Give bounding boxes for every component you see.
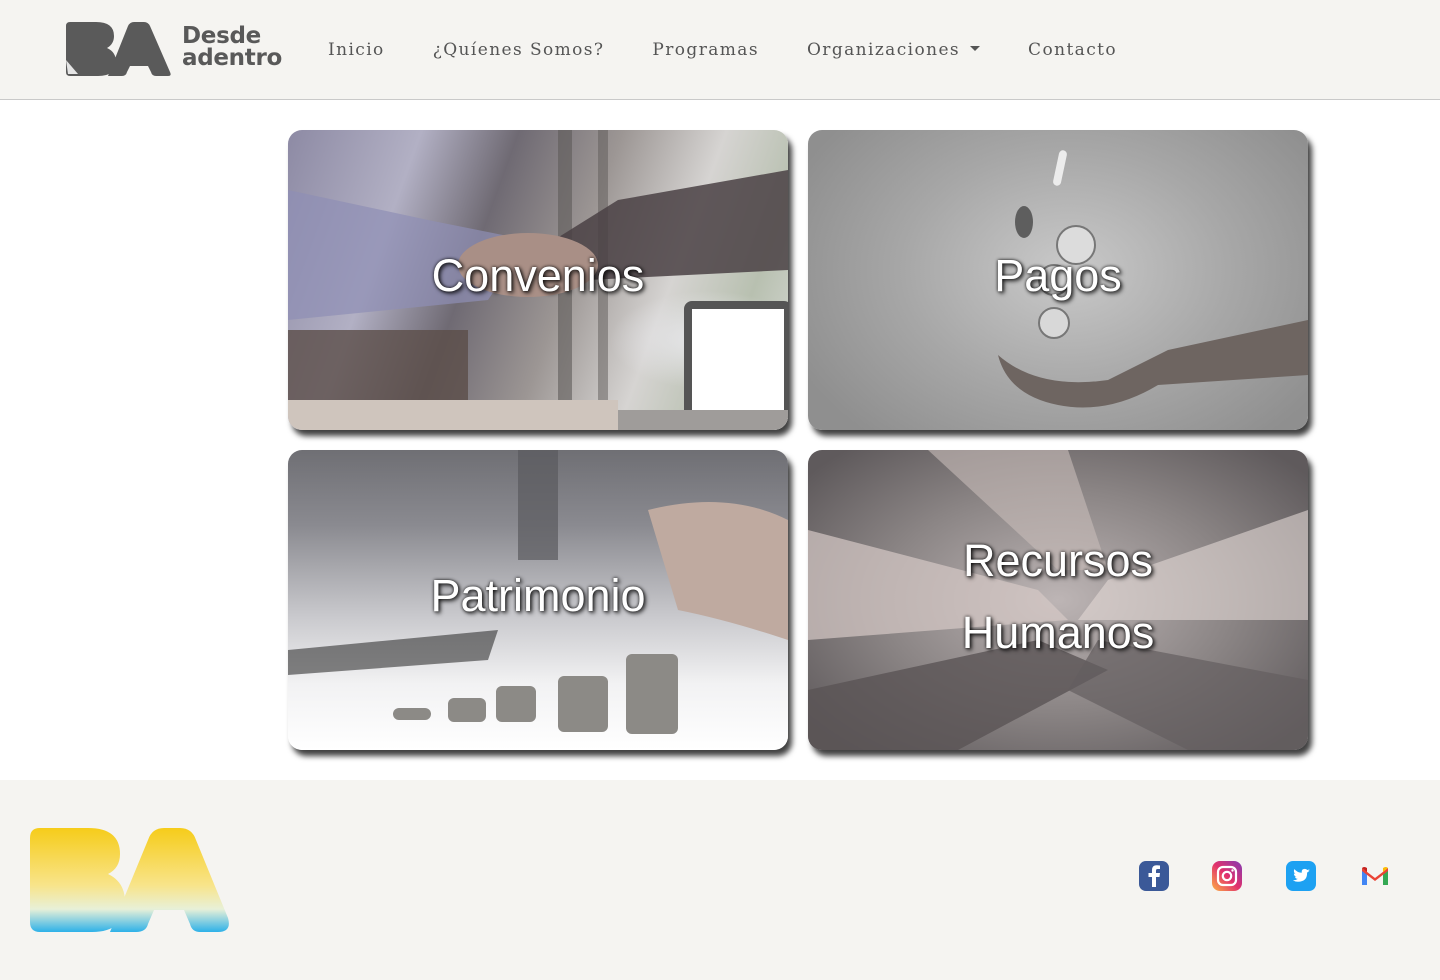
brand-line1: Desde [182, 23, 261, 49]
site-header: Desde adentro Inicio ¿Quíenes Somos? Pro… [0, 0, 1440, 100]
card-title-line1: Recursos [962, 535, 1154, 586]
instagram-glyph [1212, 861, 1242, 891]
facebook-icon[interactable] [1138, 860, 1170, 892]
nav-inicio[interactable]: Inicio [304, 40, 409, 60]
card-title-line2: Humanos [961, 607, 1155, 658]
ba-footer-logo-icon [30, 828, 229, 932]
twitter-icon[interactable] [1285, 860, 1317, 892]
gmail-icon[interactable] [1359, 860, 1391, 892]
twitter-glyph [1286, 861, 1316, 891]
card-convenios[interactable]: Convenios [288, 130, 788, 430]
main-nav: Inicio ¿Quíenes Somos? Programas Organiz… [304, 0, 1141, 100]
facebook-glyph [1139, 861, 1169, 891]
nav-organizaciones[interactable]: Organizaciones [783, 40, 1004, 60]
brand-line2: adentro [182, 45, 282, 71]
card-pagos[interactable]: Pagos [808, 130, 1308, 430]
gmail-glyph [1362, 867, 1388, 885]
card-title-convenios: Convenios [431, 250, 645, 301]
nav-programas[interactable]: Programas [628, 40, 783, 60]
card-recursos-humanos[interactable]: Recursos Humanos [808, 450, 1308, 750]
card-title-patrimonio: Patrimonio [430, 570, 646, 621]
nav-contacto[interactable]: Contacto [1004, 40, 1141, 60]
card-title-recursos-humanos: Recursos Humanos [808, 525, 1308, 669]
caret-down-icon [970, 46, 981, 51]
brand-logo[interactable]: Desde adentro [64, 20, 286, 80]
brand-text: Desde adentro [182, 23, 282, 71]
card-patrimonio[interactable]: Patrimonio [288, 450, 788, 750]
site-footer [0, 780, 1440, 980]
instagram-icon[interactable] [1211, 860, 1243, 892]
card-title-pagos: Pagos [994, 250, 1122, 301]
ba-logo-icon [66, 22, 171, 76]
nav-quienes-somos[interactable]: ¿Quíenes Somos? [409, 40, 629, 60]
nav-organizaciones-label: Organizaciones [806, 40, 961, 60]
